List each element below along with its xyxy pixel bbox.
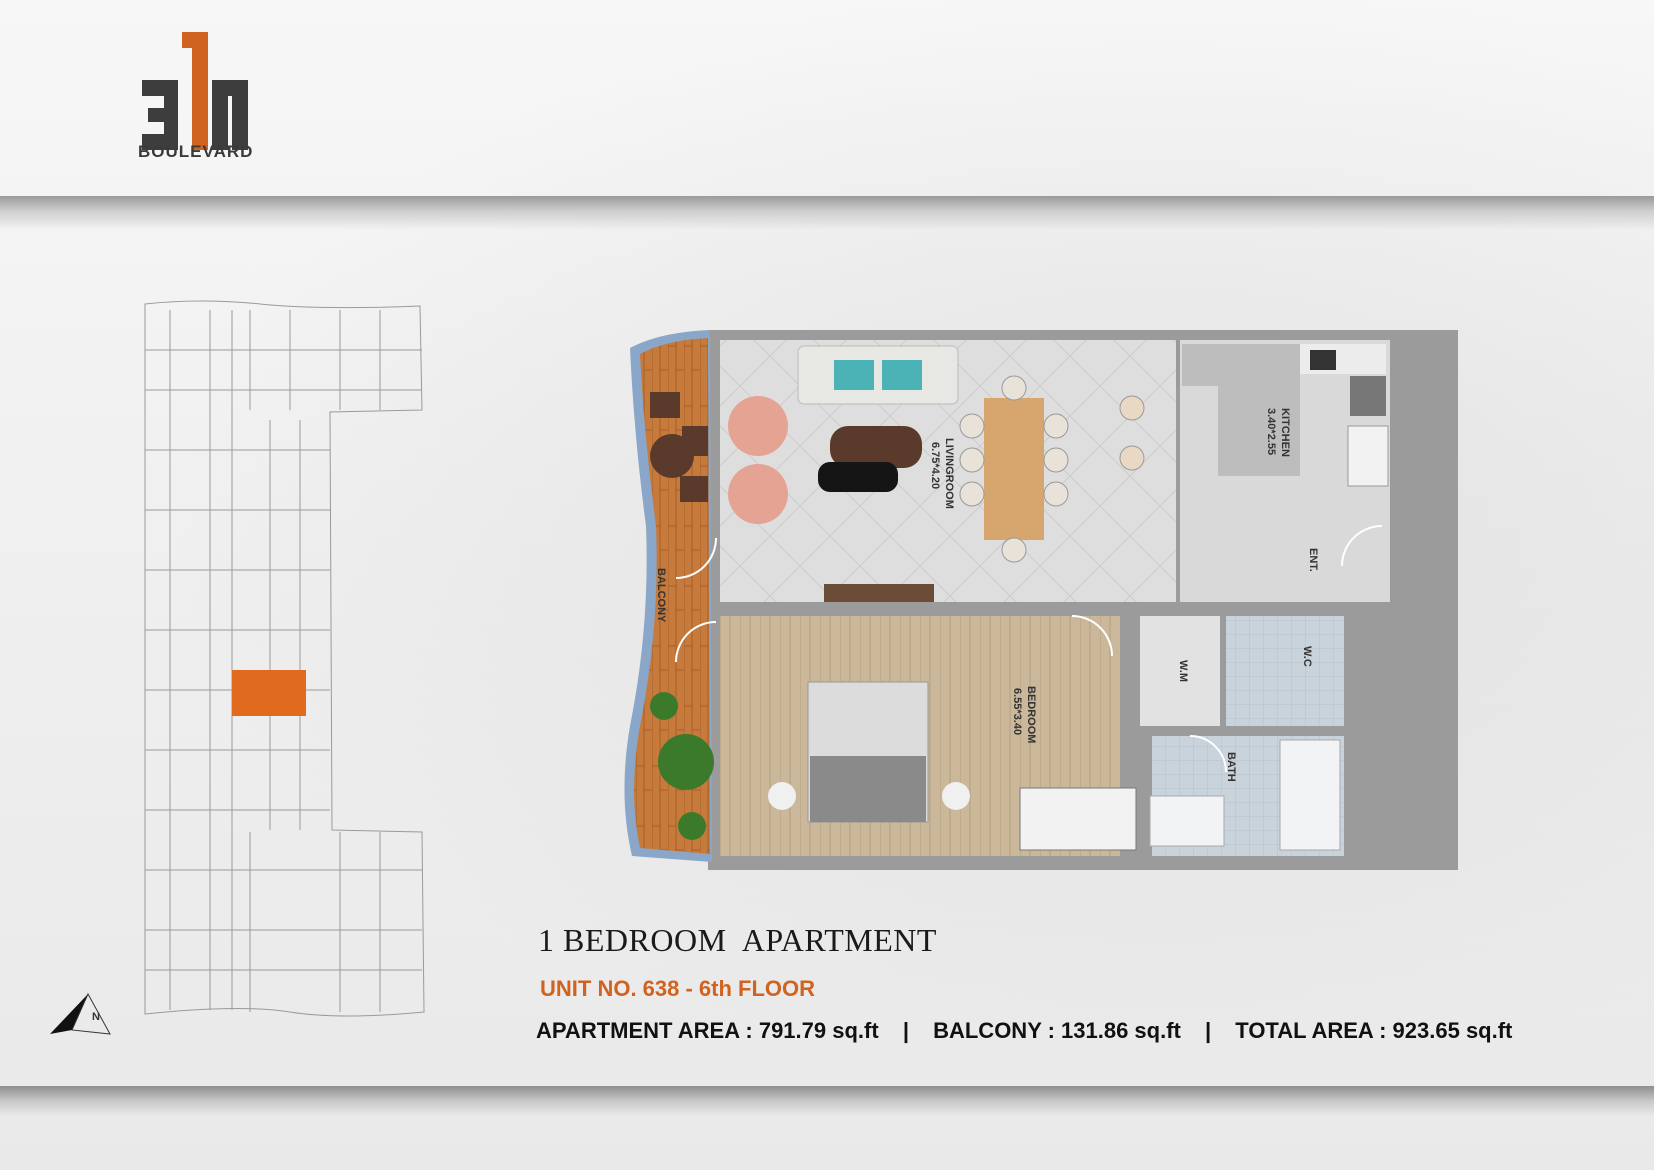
- brand-name: BOULEVARD: [138, 142, 254, 161]
- apartment-area: APARTMENT AREA : 791.79 sq.ft: [536, 1018, 879, 1043]
- north-arrow-icon: N: [50, 992, 111, 1035]
- key-plan: [144, 300, 425, 1017]
- kitchen-dim: 3.40*2.55: [1265, 408, 1277, 455]
- living-label: LIVINGROOM: [943, 438, 955, 509]
- north-label: N: [92, 1011, 100, 1023]
- wc-label: W.C: [1301, 646, 1313, 667]
- bedroom-dim: 6.55*3.40: [1011, 688, 1023, 735]
- balcony-label: BALCONY: [655, 568, 667, 623]
- living-dim: 6.75*4.20: [929, 442, 941, 489]
- separator: |: [902, 1018, 909, 1043]
- balcony-area-text: BALCONY : 131.86 sq.ft: [933, 1018, 1181, 1043]
- kitchen-label: KITCHEN: [1279, 408, 1291, 457]
- footer-divider: [0, 1086, 1654, 1116]
- highlighted-unit: [232, 670, 306, 716]
- total-area: TOTAL AREA : 923.65 sq.ft: [1235, 1018, 1513, 1043]
- area-summary: APARTMENT AREA : 791.79 sq.ft | BALCONY …: [536, 1018, 1512, 1044]
- header-divider: [0, 196, 1654, 230]
- bedroom-label: BEDROOM: [1025, 686, 1037, 743]
- unit-number: UNIT NO. 638 - 6th FLOOR: [540, 976, 816, 1001]
- wm-label: W.M: [1177, 660, 1189, 682]
- bath-label: BATH: [1225, 752, 1237, 782]
- separator: |: [1205, 1018, 1212, 1043]
- floor-plan: BALCONY LIVINGROOM 6.75*4.20 KITCHEN 3.4…: [624, 330, 1458, 870]
- apartment-title: 1 BEDROOM APARTMENT: [538, 922, 937, 958]
- entrance-label: ENT.: [1307, 548, 1319, 572]
- wc-room: [1226, 616, 1344, 726]
